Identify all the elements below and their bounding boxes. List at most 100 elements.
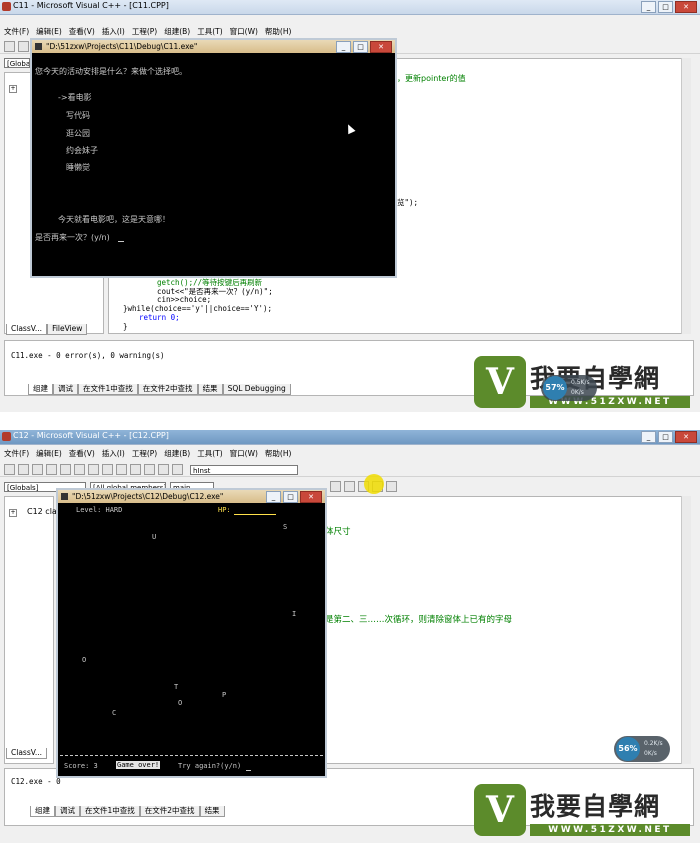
- build-result-line: C11.exe - 0 error(s), 0 warning(s): [11, 351, 165, 360]
- output-icon[interactable]: [144, 464, 155, 475]
- top-window-title: C11 - Microsoft Visual C++ - [C11.CPP]: [13, 1, 169, 10]
- new-file-icon[interactable]: [4, 41, 15, 52]
- go-icon[interactable]: [386, 481, 397, 492]
- editor-comment: ，更新pointer的值: [397, 74, 466, 83]
- undo-icon[interactable]: [102, 464, 113, 475]
- menu-insert[interactable]: 插入(I): [102, 448, 125, 459]
- editor-scrollbar[interactable]: [681, 496, 691, 764]
- try-again-prompt: Try again?(y/n): [178, 762, 242, 770]
- hp-bar: [234, 514, 276, 515]
- tab-sql-debugging[interactable]: SQL Debugging: [222, 384, 291, 395]
- workspace-icon[interactable]: [130, 464, 141, 475]
- menu-window[interactable]: 窗口(W): [230, 26, 258, 37]
- download-speed: 0K/s: [644, 750, 657, 757]
- workspace-root-item[interactable]: C12 cla: [27, 507, 57, 516]
- c11-console-window[interactable]: "D:\51zxw\Projects\C11\Debug\C11.exe" _ …: [30, 38, 397, 278]
- paste-icon[interactable]: [88, 464, 99, 475]
- bottom-standard-toolbar: hInst: [0, 463, 700, 477]
- minimize-icon[interactable]: _: [641, 431, 656, 443]
- menu-view[interactable]: 查看(V): [69, 26, 95, 37]
- window-list-icon[interactable]: [158, 464, 169, 475]
- cut-icon[interactable]: [60, 464, 71, 475]
- find-combo[interactable]: hInst: [190, 464, 298, 475]
- tab-build[interactable]: 组建: [30, 806, 55, 817]
- menu-build[interactable]: 组建(B): [164, 448, 190, 459]
- c12-console-window[interactable]: "D:\51zxw\Projects\C12\Debug\C12.exe" _ …: [56, 488, 327, 778]
- minimize-icon[interactable]: _: [641, 1, 656, 13]
- tab-classview[interactable]: ClassV...: [6, 748, 48, 759]
- menu-help[interactable]: 帮助(H): [265, 448, 292, 459]
- tab-find2[interactable]: 在文件2中查找: [139, 806, 200, 817]
- v-logo-icon: V: [474, 784, 526, 836]
- minimize-icon[interactable]: _: [336, 41, 351, 53]
- tab-find1[interactable]: 在文件1中查找: [80, 806, 140, 817]
- menu-tools[interactable]: 工具(T): [197, 448, 222, 459]
- menu-edit[interactable]: 编辑(E): [36, 26, 62, 37]
- mouse-pointer-icon: [344, 122, 356, 135]
- menu-help[interactable]: 帮助(H): [265, 26, 292, 37]
- save-icon[interactable]: [32, 464, 43, 475]
- maximize-icon[interactable]: □: [283, 491, 298, 503]
- menu-view[interactable]: 查看(V): [69, 448, 95, 459]
- menu-window[interactable]: 窗口(W): [230, 448, 258, 459]
- bottom-workspace-pane: + C12 cla: [4, 496, 57, 764]
- tab-debug[interactable]: 调试: [53, 384, 78, 395]
- falling-letter: I: [292, 610, 297, 618]
- menu-file[interactable]: 文件(F): [4, 26, 29, 37]
- new-file-icon[interactable]: [4, 464, 15, 475]
- find-in-files-icon[interactable]: [172, 464, 183, 475]
- close-icon[interactable]: ✕: [370, 41, 392, 53]
- tab-classview[interactable]: ClassV...: [6, 324, 48, 335]
- open-file-icon[interactable]: [18, 41, 29, 52]
- tab-find1[interactable]: 在文件1中查找: [78, 384, 138, 395]
- menu-project[interactable]: 工程(P): [132, 448, 157, 459]
- tab-find2[interactable]: 在文件2中查找: [137, 384, 198, 395]
- menu-tools[interactable]: 工具(T): [197, 26, 222, 37]
- bottom-code-editor[interactable]: 体尺寸 是第二、三……次循环，则清除窗体上已有的字母: [324, 496, 690, 764]
- top-ide-window: C11 - Microsoft Visual C++ - [C11.CPP] _…: [0, 0, 700, 412]
- maximize-icon[interactable]: □: [353, 41, 368, 53]
- upload-speed: 0.5K/s: [571, 379, 590, 386]
- top-network-gauge: 57% 0.5K/s 0K/s: [541, 375, 597, 401]
- menu-build[interactable]: 组建(B): [164, 26, 190, 37]
- bottom-output-tabs: 组建 调试 在文件1中查找 在文件2中查找 结果: [30, 806, 225, 817]
- bottom-window-title: C12 - Microsoft Visual C++ - [C12.CPP]: [13, 431, 169, 440]
- tab-fileview[interactable]: FileView: [47, 324, 88, 335]
- close-icon[interactable]: ✕: [300, 491, 322, 503]
- redo-icon[interactable]: [116, 464, 127, 475]
- tab-results[interactable]: 结果: [199, 806, 225, 817]
- c11-console-title-bar: "D:\51zxw\Projects\C11\Debug\C11.exe" _ …: [32, 40, 395, 53]
- c11-again-prompt: 是否再来一次？(y/n): [35, 233, 110, 242]
- expand-icon[interactable]: +: [9, 509, 17, 517]
- falling-letter: O: [82, 656, 87, 664]
- close-icon[interactable]: ✕: [675, 1, 697, 13]
- top-globals-combo[interactable]: [Globals]: [4, 58, 30, 68]
- menu-file[interactable]: 文件(F): [4, 448, 29, 459]
- falling-letter: C: [112, 709, 117, 717]
- menu-edit[interactable]: 编辑(E): [36, 448, 62, 459]
- tab-results[interactable]: 结果: [197, 384, 223, 395]
- code-line: return 0;: [139, 313, 180, 322]
- open-file-icon[interactable]: [18, 464, 29, 475]
- tab-build[interactable]: 组建: [28, 384, 53, 395]
- close-icon[interactable]: ✕: [675, 431, 697, 443]
- compile-icon[interactable]: [330, 481, 341, 492]
- maximize-icon[interactable]: □: [658, 431, 673, 443]
- menu-insert[interactable]: 插入(I): [102, 26, 125, 37]
- bottom-watermark-logo: V 我要自學網 WWW.51ZXW.NET: [474, 784, 696, 840]
- bottom-title-bar: C12 - Microsoft Visual C++ - [C12.CPP] _…: [0, 430, 700, 445]
- maximize-icon[interactable]: □: [658, 1, 673, 13]
- tab-debug[interactable]: 调试: [55, 806, 80, 817]
- editor-scrollbar[interactable]: [681, 58, 691, 334]
- copy-icon[interactable]: [74, 464, 85, 475]
- minimize-icon[interactable]: _: [266, 491, 281, 503]
- expand-icon[interactable]: +: [9, 85, 17, 93]
- falling-letter: P: [222, 691, 227, 699]
- menu-project[interactable]: 工程(P): [132, 26, 157, 37]
- build-icon[interactable]: [344, 481, 355, 492]
- score-label: Score: 3: [64, 762, 98, 770]
- falling-letter: U: [152, 533, 157, 541]
- c11-option: 睡懒觉: [66, 163, 90, 172]
- save-all-icon[interactable]: [46, 464, 57, 475]
- watermark-chinese: 我要自學網: [530, 792, 661, 821]
